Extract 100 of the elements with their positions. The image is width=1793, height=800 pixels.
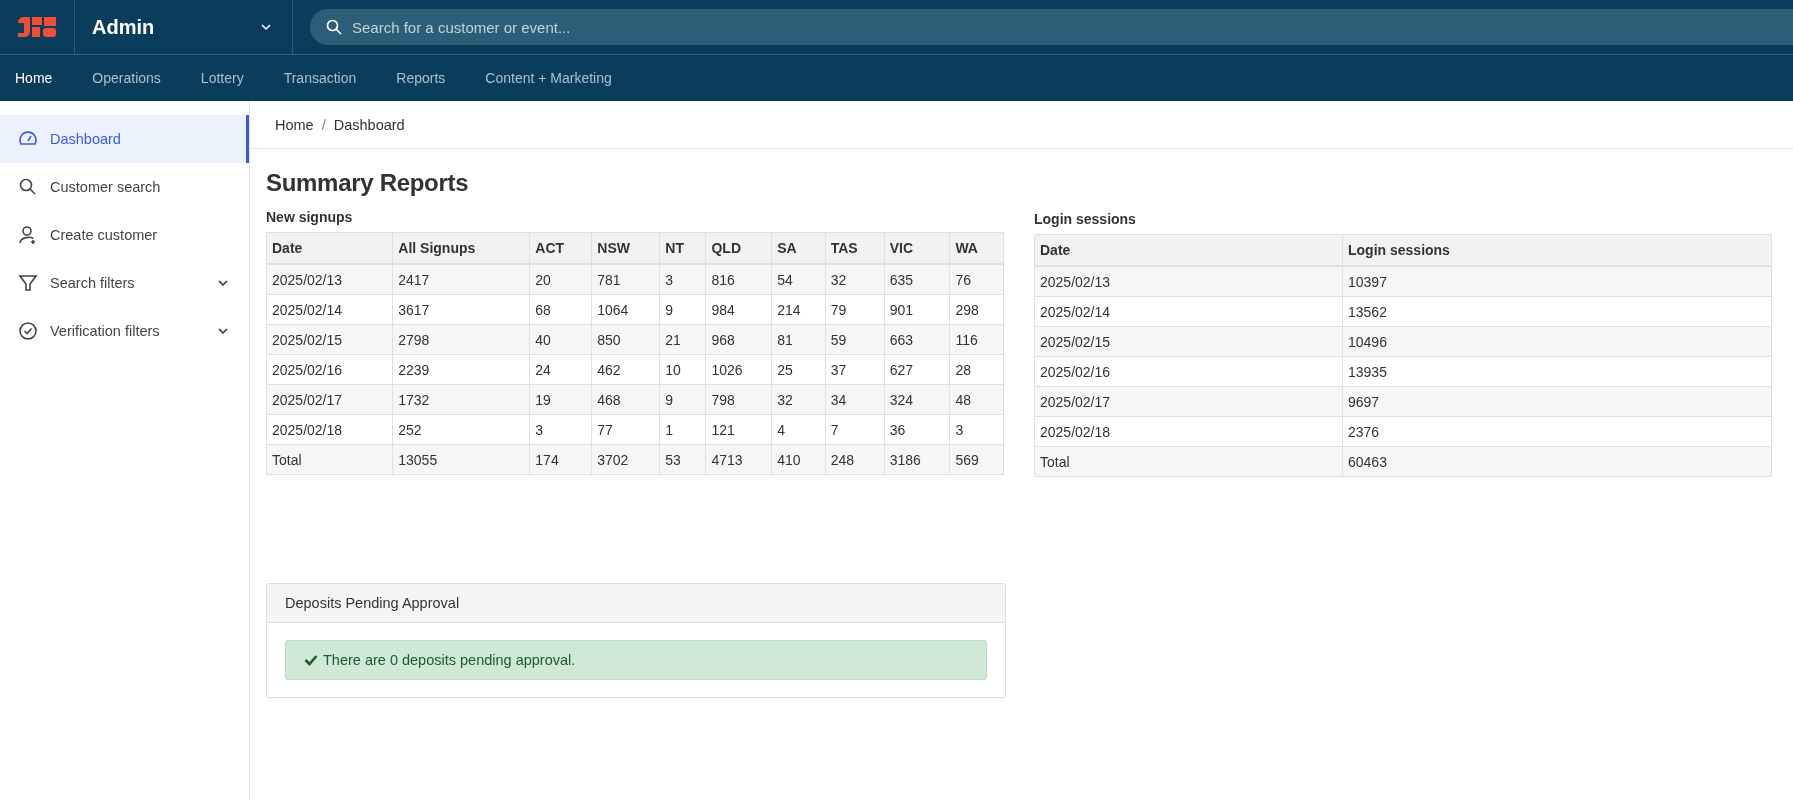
nav-tab[interactable]: Reports [396, 70, 446, 86]
table-cell: 48 [949, 384, 1004, 415]
table-cell: 60463 [1342, 446, 1772, 477]
nav-tab[interactable]: Operations [92, 70, 161, 86]
search-icon [18, 177, 38, 197]
table-cell: 1064 [591, 294, 660, 325]
column-header: Date [266, 232, 393, 264]
table-cell: 901 [884, 294, 950, 325]
table-cell: 7 [825, 414, 885, 445]
table-cell: 410 [771, 444, 826, 475]
table-cell: 10496 [1342, 326, 1772, 357]
table-cell: 68 [529, 294, 592, 325]
sidebar-item[interactable]: Create customer [0, 211, 249, 259]
table-cell: 1732 [392, 384, 530, 415]
table-cell: 116 [949, 324, 1004, 355]
table-cell: 3186 [884, 444, 950, 475]
table-cell: 2025/02/18 [1034, 416, 1343, 447]
table-cell: 462 [591, 354, 660, 385]
table-cell: 3617 [392, 294, 530, 325]
add-user-icon [18, 225, 38, 245]
alert-message: There are 0 deposits pending approval. [323, 652, 576, 668]
table-cell: 13055 [392, 444, 530, 475]
table-cell: 25 [771, 354, 826, 385]
table-cell: 10 [659, 354, 706, 385]
nav-tab[interactable]: Home [15, 70, 53, 86]
table-cell: 77 [591, 414, 660, 445]
table-cell: 81 [771, 324, 826, 355]
column-header: Date [1034, 234, 1343, 266]
table-cell: 324 [884, 384, 950, 415]
page-title: Summary Reports [266, 169, 470, 197]
table-cell: 781 [591, 264, 660, 295]
column-header: VIC [884, 232, 950, 264]
table-cell: 468 [591, 384, 660, 415]
column-header: QLD [706, 232, 772, 264]
nav-tab[interactable]: Content + Marketing [485, 70, 612, 86]
column-header: ACT [529, 232, 592, 264]
table-cell: 76 [949, 264, 1004, 295]
table-cell: 10397 [1342, 266, 1772, 297]
table-cell: 2798 [392, 324, 530, 355]
sidebar-item[interactable]: Search filters [0, 259, 249, 307]
table-cell: 32 [771, 384, 826, 415]
table-cell: 627 [884, 354, 950, 385]
table-cell: 1026 [706, 354, 772, 385]
table-cell: 79 [825, 294, 885, 325]
table-cell: 20 [529, 264, 592, 295]
table-cell: 798 [706, 384, 772, 415]
sidebar-item[interactable]: Dashboard [0, 115, 249, 163]
table-cell: 2025/02/16 [1034, 356, 1343, 387]
filter-icon [18, 273, 38, 293]
table-cell: 2025/02/17 [266, 384, 393, 415]
table-cell: 2025/02/17 [1034, 386, 1343, 417]
table-cell: 984 [706, 294, 772, 325]
app-selector[interactable]: Admin [75, 0, 293, 54]
table-cell: 214 [771, 294, 826, 325]
column-header: NT [659, 232, 706, 264]
table-cell: 9697 [1342, 386, 1772, 417]
breadcrumb-item[interactable]: Home [275, 116, 314, 133]
table-cell: 54 [771, 264, 826, 295]
table-cell: 2025/02/18 [266, 414, 393, 445]
table-cell: 968 [706, 324, 772, 355]
column-header: TAS [825, 232, 885, 264]
table-cell: 2239 [392, 354, 530, 385]
table-title: Login sessions [1034, 211, 1137, 227]
search-icon [326, 19, 342, 35]
sidebar-item[interactable]: Verification filters [0, 307, 249, 355]
table-cell: 2417 [392, 264, 530, 295]
table-cell: 663 [884, 324, 950, 355]
table-cell: 2025/02/15 [1034, 326, 1343, 357]
table-cell: Total [1034, 446, 1343, 477]
table-cell: 2025/02/13 [1034, 266, 1343, 297]
table-cell: 3 [529, 414, 592, 445]
check-circle-icon [18, 321, 38, 341]
table-cell: 3702 [591, 444, 660, 475]
table-cell: 59 [825, 324, 885, 355]
sidebar-item[interactable]: Customer search [0, 163, 249, 211]
search-field[interactable]: Search for a customer or event... [310, 9, 1793, 45]
table-cell: 9 [659, 294, 706, 325]
table-cell: 1 [659, 414, 706, 445]
nav-tab[interactable]: Lottery [200, 70, 244, 86]
checkmark-icon [304, 653, 318, 667]
column-header: All Signups [392, 232, 530, 264]
table-cell: 40 [529, 324, 592, 355]
table-cell: 252 [392, 414, 530, 445]
table-cell: 13935 [1342, 356, 1772, 387]
table-cell: 635 [884, 264, 950, 295]
nav-tab[interactable]: Transaction [283, 70, 357, 86]
table-cell: 37 [825, 354, 885, 385]
table-cell: 850 [591, 324, 660, 355]
table-cell: 4713 [706, 444, 772, 475]
table-cell: 121 [706, 414, 772, 445]
table-cell: 298 [949, 294, 1004, 325]
table-cell: 4 [771, 414, 826, 445]
column-header: WA [949, 232, 1004, 264]
breadcrumb-separator: / [321, 116, 326, 133]
table-cell: 3 [949, 414, 1004, 445]
table-cell: 36 [884, 414, 950, 445]
table-cell: 2025/02/15 [266, 324, 393, 355]
column-header: SA [771, 232, 826, 264]
table-cell: 13562 [1342, 296, 1772, 327]
table-cell: 24 [529, 354, 592, 385]
